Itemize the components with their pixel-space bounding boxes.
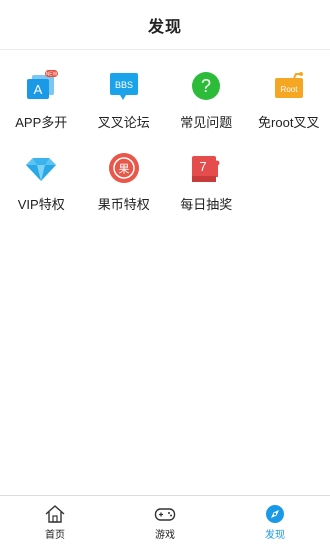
- page-title: 发现: [147, 18, 182, 36]
- grid-item-label: 每日抽奖: [180, 197, 233, 212]
- grid-item-label: 叉叉论坛: [97, 115, 150, 130]
- tab-home[interactable]: 首页: [0, 496, 110, 550]
- grid-item-faq[interactable]: ? 常见问题: [165, 58, 248, 140]
- coin-icon: 果: [108, 153, 139, 183]
- root-free-icon: Root: [274, 72, 303, 98]
- grid-item-label: 果币特权: [97, 197, 150, 212]
- diamond-icon: [26, 158, 57, 181]
- feature-grid: A NEW APP多开 BBS 叉叉论坛 ? 常见问题 Root 免root叉叉: [0, 58, 330, 222]
- compass-icon: [266, 505, 284, 523]
- root-icon-text: Root: [280, 85, 298, 94]
- home-icon: [45, 505, 65, 523]
- lottery-icon: 7: [192, 156, 220, 182]
- tab-games[interactable]: 游戏: [110, 496, 220, 550]
- question-mark: ?: [201, 76, 211, 96]
- grid-item-label: 免root叉叉: [258, 115, 320, 130]
- gamepad-icon: [154, 508, 176, 521]
- grid-item-label: APP多开: [15, 115, 68, 130]
- bottom-tab-bar: 首页 游戏 发现: [0, 495, 330, 550]
- app-multi-icon-letter: A: [34, 82, 43, 97]
- new-badge: NEW: [46, 72, 58, 78]
- grid-item-app-multi[interactable]: A NEW APP多开: [0, 58, 83, 140]
- grid-item-label: VIP特权: [17, 197, 65, 212]
- grid-item-coin[interactable]: 果 果币特权: [83, 140, 166, 222]
- bbs-icon-text: BBS: [115, 80, 133, 90]
- grid-item-label: 常见问题: [180, 115, 233, 130]
- bbs-forum-icon: BBS: [109, 73, 138, 100]
- tab-label: 首页: [45, 530, 65, 541]
- tab-discover[interactable]: 发现: [220, 496, 330, 550]
- grid-item-vip[interactable]: VIP特权: [0, 140, 83, 222]
- tab-label: 发现: [265, 530, 285, 541]
- app-multi-icon: A NEW: [27, 70, 59, 99]
- grid-item-forum[interactable]: BBS 叉叉论坛: [83, 58, 166, 140]
- lottery-digit: 7: [200, 159, 207, 174]
- tab-label: 游戏: [155, 530, 175, 541]
- question-icon: ?: [192, 72, 221, 100]
- coin-icon-char: 果: [118, 163, 129, 176]
- grid-item-root-free[interactable]: Root 免root叉叉: [248, 58, 330, 140]
- top-bar: 发现: [0, 0, 330, 50]
- grid-item-lottery[interactable]: 7 每日抽奖: [165, 140, 248, 222]
